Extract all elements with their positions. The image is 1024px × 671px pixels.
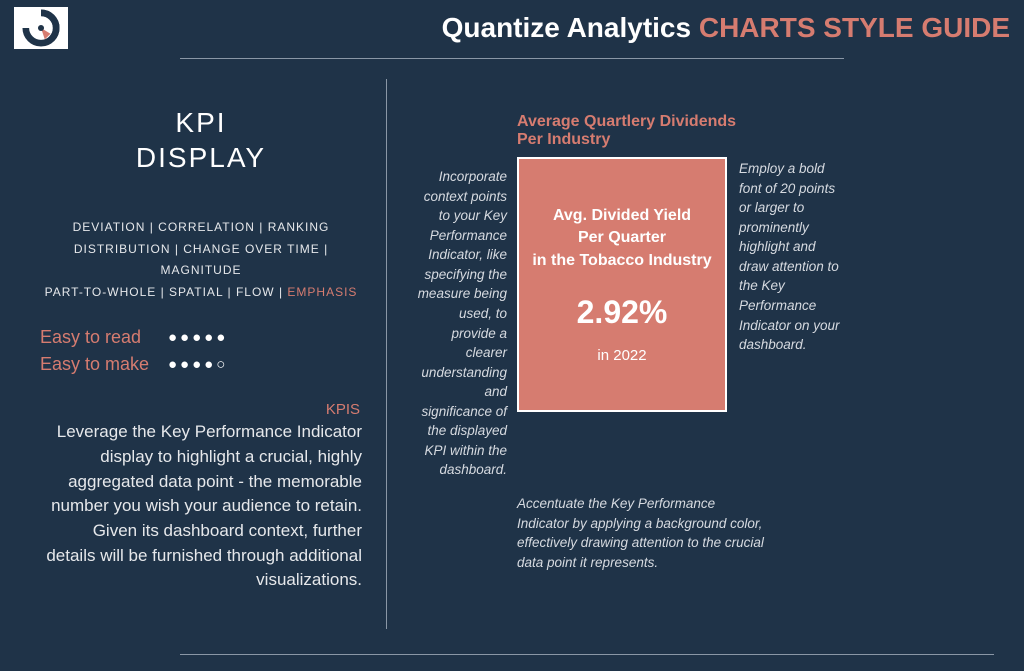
logo-box	[14, 7, 68, 49]
kpi-card-line2: Per Quarter	[578, 227, 666, 249]
footer-divider	[180, 654, 994, 655]
rating-read-dots: ●●●●●	[168, 329, 228, 346]
rating-easy-read: Easy to read ●●●●●	[40, 327, 366, 348]
kpi-row: Incorporate context points to your Key P…	[417, 157, 988, 480]
chart-title: Average Quartlery Dividends Per Industry	[517, 113, 757, 149]
kpi-title: KPI DISPLAY	[36, 105, 366, 175]
kpi-card-line1: Avg. Divided Yield	[553, 205, 691, 227]
kpis-heading: KPIS	[36, 401, 366, 418]
kpi-card-line3: in the Tobacco Industry	[532, 250, 711, 272]
left-column: KPI DISPLAY DEVIATION | CORRELATION | RA…	[36, 83, 386, 629]
tags-line-3: PART-TO-WHOLE | SPATIAL | FLOW | EMPHASI…	[36, 282, 366, 304]
annotation-right: Employ a bold font of 20 points or large…	[727, 157, 847, 355]
category-tags: DEVIATION | CORRELATION | RANKING DISTRI…	[36, 217, 366, 303]
brand-name: Quantize Analytics	[442, 12, 699, 43]
kpi-card: Avg. Divided Yield Per Quarter in the To…	[517, 157, 727, 412]
annotation-left: Incorporate context points to your Key P…	[417, 157, 517, 480]
kpi-card-year: in 2022	[597, 347, 646, 364]
tags-line-1: DEVIATION | CORRELATION | RANKING	[36, 217, 366, 239]
quantize-logo-icon	[22, 9, 60, 47]
tags-line-2: DISTRIBUTION | CHANGE OVER TIME | MAGNIT…	[36, 239, 366, 282]
rating-easy-make: Easy to make ●●●●○	[40, 354, 366, 375]
right-column: Average Quartlery Dividends Per Industry…	[387, 83, 988, 629]
header-title: Quantize Analytics CHARTS STYLE GUIDE	[88, 12, 1010, 44]
header-subtitle: CHARTS STYLE GUIDE	[699, 12, 1010, 43]
rating-make-dots: ●●●●○	[168, 356, 228, 373]
kpi-description: Leverage the Key Performance Indicator d…	[36, 420, 366, 592]
annotation-bottom: Accentuate the Key Performance Indicator…	[517, 494, 767, 572]
header: Quantize Analytics CHARTS STYLE GUIDE	[0, 0, 1024, 54]
ratings-block: Easy to read ●●●●● Easy to make ●●●●○	[36, 327, 366, 375]
content: KPI DISPLAY DEVIATION | CORRELATION | RA…	[0, 59, 1024, 629]
emphasis-tag: EMPHASIS	[287, 285, 357, 299]
kpi-card-value: 2.92%	[577, 294, 668, 331]
